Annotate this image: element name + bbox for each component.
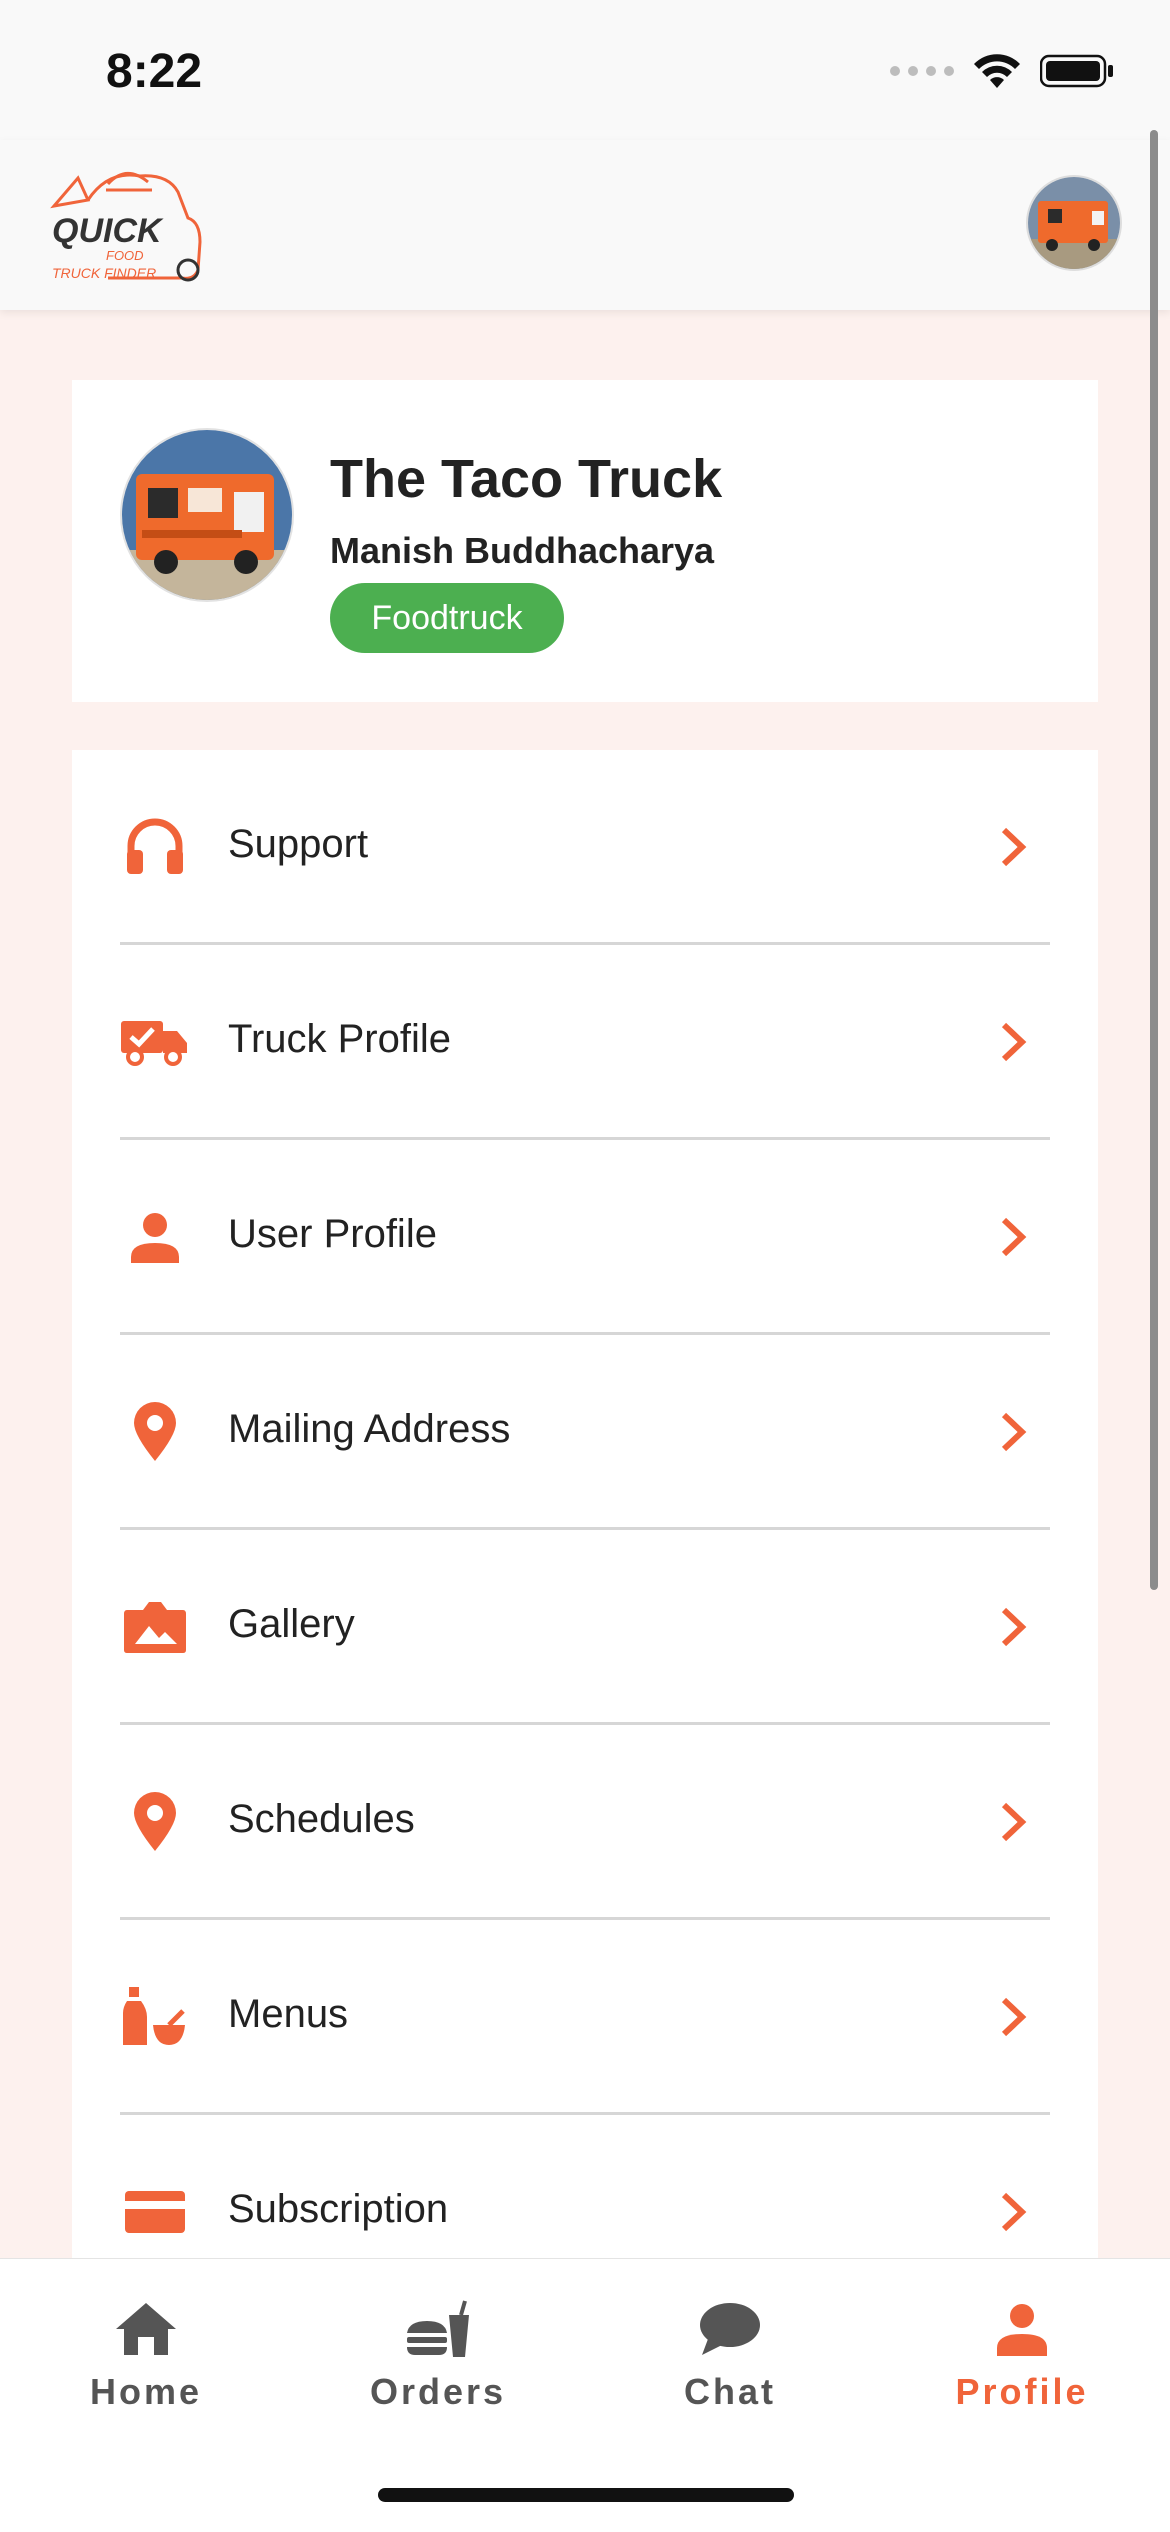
wifi-icon [974,54,1020,88]
menu-item-schedules[interactable]: Schedules [120,1725,1050,1920]
status-time: 8:22 [106,45,203,98]
user-icon [989,2299,1055,2359]
status-bar: 8:22 [0,0,1170,140]
menu-item-user-profile[interactable]: User Profile [120,1140,1050,1335]
home-indicator[interactable] [378,2488,794,2502]
menu-item-label: Support [228,822,369,866]
menu-item-mailing-address[interactable]: Mailing Address [120,1335,1050,1530]
menu-item-truck-profile[interactable]: Truck Profile [120,945,1050,1140]
tab-chat[interactable]: Chat [584,2299,876,2419]
scrollbar[interactable] [1150,130,1158,1590]
tab-label: Home [89,2371,203,2412]
home-icon [113,2299,179,2359]
chevron-right-icon [1001,2192,1027,2232]
tab-label: Orders [369,2371,507,2412]
quick-food-truck-finder-logo[interactable]: QUICK FOOD TRUCK FINDER [48,158,218,293]
chevron-right-icon [1001,1412,1027,1452]
menu-item-menus[interactable]: Menus [120,1920,1050,2115]
chevron-right-icon [1001,1607,1027,1647]
chevron-right-icon [1001,1217,1027,1257]
account-type-badge: Foodtruck [330,583,564,653]
profile-avatar[interactable] [120,428,294,602]
chat-bubble-icon [697,2299,763,2359]
chevron-right-icon [1001,827,1027,867]
location-pin-icon [120,1397,190,1467]
header-avatar[interactable] [1026,175,1122,271]
bottle-bowl-icon [120,1982,190,2052]
svg-text:TRUCK FINDER: TRUCK FINDER [52,265,156,281]
owner-name: Manish Buddhacharya [330,530,715,571]
camera-image-icon [120,1592,190,1662]
signal-icon [890,66,954,76]
headphones-icon [120,812,190,882]
status-icons [890,52,1114,90]
menu-item-gallery[interactable]: Gallery [120,1530,1050,1725]
menu-item-label: Gallery [228,1602,355,1646]
user-icon [120,1202,190,1272]
menu-item-support[interactable]: Support [120,750,1050,945]
menu-item-label: Mailing Address [228,1407,511,1451]
chevron-right-icon [1001,1022,1027,1062]
menu-item-label: User Profile [228,1212,437,1256]
menu-item-label: Truck Profile [228,1017,452,1061]
tab-orders[interactable]: Orders [292,2299,584,2419]
svg-text:QUICK: QUICK [52,212,164,250]
location-pin-icon [120,1787,190,1857]
svg-text:FOOD: FOOD [106,248,144,263]
chevron-right-icon [1001,1802,1027,1842]
truck-check-icon [120,1007,190,1077]
tab-label: Profile [955,2371,1089,2412]
tab-profile[interactable]: Profile [876,2299,1168,2419]
menu-item-label: Menus [228,1992,349,2036]
chevron-right-icon [1001,1997,1027,2037]
food-truck-photo [122,430,292,600]
food-truck-photo [1028,177,1120,269]
tab-home[interactable]: Home [0,2299,292,2419]
burger-drink-icon [405,2299,471,2359]
truck-name: The Taco Truck [330,449,723,509]
tab-label: Chat [684,2371,776,2412]
profile-card: The Taco Truck Manish Buddhacharya Foodt… [72,380,1098,702]
menu-item-label: Subscription [228,2187,449,2231]
menu-item-label: Schedules [228,1797,415,1841]
app-header: QUICK FOOD TRUCK FINDER [0,140,1170,310]
battery-icon [1040,54,1113,88]
credit-card-icon [120,2177,190,2247]
